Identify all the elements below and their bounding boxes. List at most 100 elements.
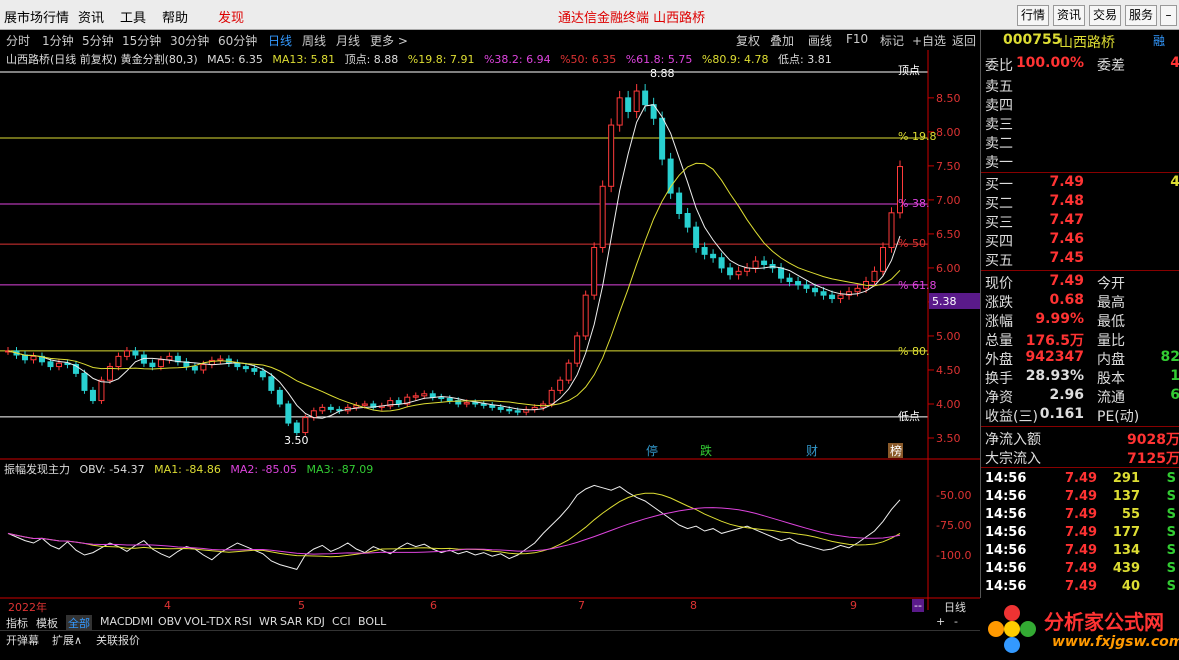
obv-ma3: MA3: -87.09: [306, 463, 374, 476]
expand-button[interactable]: 扩展∧: [50, 632, 84, 648]
menu-market[interactable]: 展市场行情: [4, 7, 69, 26]
chart-toolbar: 分时 1分钟 5分钟 15分钟 30分钟 60分钟 日线 周线 月线 更多 > …: [0, 30, 980, 48]
trade-button[interactable]: 交易: [1089, 5, 1121, 26]
period-15m[interactable]: 15分钟: [122, 32, 161, 49]
trade-row: 14:56 7.49 291 S: [981, 471, 1179, 489]
candle: [778, 267, 785, 279]
tab-kdj[interactable]: KDJ: [304, 615, 327, 628]
stat-label2: 今开: [1097, 276, 1125, 292]
service-button[interactable]: 服务: [1125, 5, 1157, 26]
stock-name: 山西路桥: [1059, 35, 1115, 51]
stat-value: 0.68: [1049, 292, 1084, 308]
kline-chart[interactable]: 8.508.007.507.006.506.005.505.004.504.00…: [0, 50, 980, 620]
back-button[interactable]: 返回: [952, 32, 976, 49]
candle: [659, 117, 666, 160]
candle: [506, 408, 513, 412]
info-f19: %19.8: 7.91: [407, 53, 475, 66]
tab-rsi[interactable]: RSI: [232, 615, 254, 628]
candle: [710, 253, 717, 259]
related-quote-button[interactable]: 关联报价: [94, 632, 142, 648]
period-60m[interactable]: 60分钟: [218, 32, 257, 49]
buy3-row: 买三 7.47: [981, 212, 1179, 231]
trade-price: 7.49: [1065, 579, 1098, 594]
event-stop[interactable]: 停: [646, 443, 658, 458]
overlay-button[interactable]: 叠加: [770, 32, 794, 49]
stat-value2: 6: [1170, 387, 1179, 403]
trade-time: 14:56: [985, 489, 1027, 504]
period-5m[interactable]: 5分钟: [82, 32, 114, 49]
obv-axis-label: -50.00: [936, 489, 971, 502]
period-day[interactable]: 日线: [268, 32, 292, 49]
tab-sar[interactable]: SAR: [278, 615, 304, 628]
tab-dmi[interactable]: DMI: [130, 615, 155, 628]
hq-button[interactable]: 行情: [1017, 5, 1049, 26]
trade-side: S: [1166, 507, 1176, 522]
period-tick[interactable]: 分时: [6, 32, 30, 49]
tab-template[interactable]: 模板: [34, 615, 60, 631]
candle: [591, 247, 598, 296]
candle: [642, 90, 649, 106]
tab-all[interactable]: 全部: [66, 615, 92, 631]
time-label-year: 2022年: [8, 601, 47, 614]
candle: [285, 403, 292, 424]
trade-row: 14:56 7.49 439 S: [981, 561, 1179, 579]
tab-wr[interactable]: WR: [257, 615, 280, 628]
event-rank[interactable]: 榜: [890, 443, 902, 458]
candle: [727, 267, 734, 276]
stat-label: 换手: [985, 371, 1013, 387]
candle: [803, 284, 810, 289]
tab-vol[interactable]: VOL-TDX: [182, 615, 234, 628]
price-axis-label: 4.50: [936, 364, 961, 377]
trade-price: 7.49: [1065, 561, 1098, 576]
menu-discover[interactable]: 发现: [218, 7, 244, 26]
candle: [684, 213, 691, 228]
time-label-may: 5: [298, 599, 305, 612]
minimize-icon[interactable]: –: [1160, 5, 1177, 26]
tab-indicator[interactable]: 指标: [4, 615, 30, 631]
menu-news[interactable]: 资讯: [78, 7, 104, 26]
period-week[interactable]: 周线: [302, 32, 326, 49]
fib50-tag: % 50: [898, 237, 926, 250]
buy5-label: 买五: [985, 253, 1013, 269]
obv-value: OBV: -54.37: [79, 463, 145, 476]
ma13-line: [7, 162, 901, 412]
period-month[interactable]: 月线: [336, 32, 360, 49]
price-axis-label: 6.50: [936, 228, 961, 241]
f10-button[interactable]: F10: [846, 32, 868, 46]
price-axis-label: 7.50: [936, 160, 961, 173]
period-more[interactable]: 更多 >: [370, 32, 408, 49]
danmu-button[interactable]: 开弹幕: [4, 632, 41, 648]
weibi-label: 委比: [985, 58, 1013, 74]
block-inflow-row: 大宗流入 7125万: [981, 448, 1179, 467]
flower-logo-icon: [988, 605, 1036, 653]
menu-help[interactable]: 帮助: [162, 7, 188, 26]
menu-tools[interactable]: 工具: [120, 7, 146, 26]
tab-obv[interactable]: OBV: [156, 615, 183, 628]
stat-label2: 量比: [1097, 333, 1125, 349]
zx-button[interactable]: 资讯: [1053, 5, 1085, 26]
indicator-tabs: 指标 模板 全部 MACD DMI OBV VOL-TDX RSI WR SAR…: [0, 614, 980, 631]
candle: [98, 379, 105, 402]
price-axis-label: 5.00: [936, 330, 961, 343]
trade-price: 7.49: [1065, 507, 1098, 522]
trade-time: 14:56: [985, 579, 1027, 594]
event-finance[interactable]: 财: [806, 444, 818, 458]
candle: [268, 376, 275, 391]
period-1m[interactable]: 1分钟: [42, 32, 74, 49]
period-30m[interactable]: 30分钟: [170, 32, 209, 49]
event-drop[interactable]: 跌: [700, 443, 712, 458]
stat-value: 942347: [1025, 349, 1084, 365]
obv-title: 振幅发现主力: [4, 463, 70, 476]
dash-box: --: [912, 599, 924, 612]
fib61-tag: % 61.8: [898, 279, 936, 292]
draw-button[interactable]: 画线: [808, 32, 832, 49]
tab-boll[interactable]: BOLL: [356, 615, 388, 628]
mark-button[interactable]: 标记: [880, 32, 904, 49]
zoom-out-icon[interactable]: -: [952, 615, 960, 628]
fuquan-button[interactable]: 复权: [736, 32, 760, 49]
zoom-in-icon[interactable]: +: [934, 615, 947, 628]
candle: [259, 370, 266, 378]
info-f61: %61.8: 5.75: [625, 53, 693, 66]
tab-cci[interactable]: CCI: [330, 615, 353, 628]
add-watch-button[interactable]: +自选: [912, 32, 946, 49]
